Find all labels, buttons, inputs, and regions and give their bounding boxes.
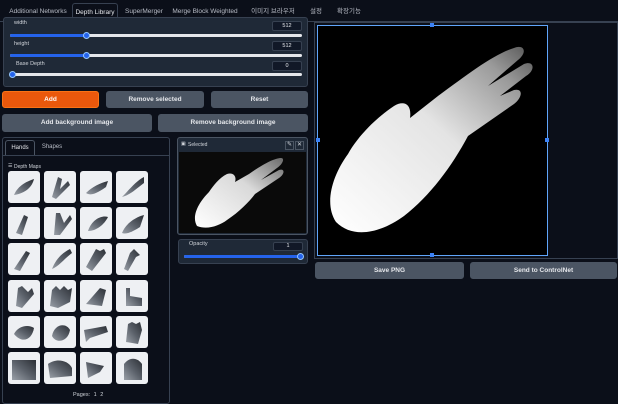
depth-map-thumbnail[interactable] <box>116 171 148 203</box>
reset-button[interactable]: Reset <box>211 91 308 108</box>
height-slider-fill <box>10 54 86 57</box>
opacity-panel: Opacity 1 <box>178 239 308 264</box>
send-to-controlnet-button[interactable]: Send to ControlNet <box>470 262 617 279</box>
edit-icon[interactable]: ✎ <box>285 141 294 150</box>
close-icon[interactable]: ✕ <box>295 141 304 150</box>
image-icon: ▣ <box>181 141 186 147</box>
selected-label: Selected <box>188 142 208 148</box>
height-slider-thumb[interactable] <box>82 52 90 59</box>
page-1-link[interactable]: 1 <box>94 392 97 398</box>
subtab-hands[interactable]: Hands <box>5 140 35 155</box>
depth-map-thumbnail[interactable] <box>44 352 76 384</box>
selected-preview-panel: ▣ Selected ✎ ✕ <box>177 137 308 235</box>
opacity-label: Opacity <box>187 241 210 247</box>
depth-map-thumbnail[interactable] <box>116 280 148 312</box>
resize-handle-bottom[interactable] <box>430 253 434 257</box>
opacity-number-input[interactable]: 1 <box>273 242 303 251</box>
depth-map-thumbnail[interactable] <box>8 243 40 275</box>
resize-handle-right[interactable] <box>545 138 549 142</box>
depth-maps-icon: ☰ <box>8 163 13 169</box>
base-depth-slider[interactable] <box>9 71 302 78</box>
width-slider-thumb[interactable] <box>82 32 90 39</box>
depth-map-thumbnail[interactable] <box>116 243 148 275</box>
page-2-link[interactable]: 2 <box>100 392 103 398</box>
depth-map-thumbnail[interactable] <box>8 352 40 384</box>
base-depth-slider-thumb[interactable] <box>9 71 16 78</box>
depth-map-thumbnail[interactable] <box>44 316 76 348</box>
depth-map-thumbnail[interactable] <box>80 171 112 203</box>
resize-handle-left[interactable] <box>316 138 320 142</box>
depth-maps-label: Depth Maps <box>14 164 41 170</box>
depth-map-thumbnail[interactable] <box>8 207 40 239</box>
pages-label: Pages: <box>73 392 91 398</box>
depth-map-thumbnail[interactable] <box>80 207 112 239</box>
opacity-slider-thumb[interactable] <box>297 253 304 260</box>
subtab-divider <box>3 155 169 156</box>
depth-map-thumbnail[interactable] <box>44 243 76 275</box>
depth-library-panel: Hands Shapes ☰ Depth Maps Pages: 1 2 <box>2 137 170 404</box>
depth-map-grid <box>3 171 169 391</box>
base-depth-label: Base Depth <box>14 61 47 67</box>
slider-panel: width 512 height 512 Base Depth 0 <box>3 17 308 87</box>
depth-canvas[interactable] <box>317 25 548 256</box>
remove-selected-button[interactable]: Remove selected <box>106 91 204 108</box>
depth-map-thumbnail[interactable] <box>80 352 112 384</box>
depth-map-thumbnail[interactable] <box>116 207 148 239</box>
width-number-input[interactable]: 512 <box>272 21 302 31</box>
width-slider-fill <box>10 34 86 37</box>
resize-handle-top[interactable] <box>430 23 434 27</box>
depth-map-thumbnail[interactable] <box>44 280 76 312</box>
tab-settings[interactable]: 설정 <box>306 3 326 22</box>
pagination: Pages: 1 2 <box>73 392 103 398</box>
base-depth-number-input[interactable]: 0 <box>272 61 302 71</box>
depth-map-thumbnail[interactable] <box>80 243 112 275</box>
canvas-hand-image <box>330 46 533 233</box>
depth-map-thumbnail[interactable] <box>8 171 40 203</box>
depth-map-thumbnail[interactable] <box>8 280 40 312</box>
depth-map-thumbnail[interactable] <box>116 316 148 348</box>
depth-map-thumbnail[interactable] <box>44 171 76 203</box>
selected-image <box>179 152 306 233</box>
add-background-button[interactable]: Add background image <box>2 114 152 132</box>
height-label: height <box>12 41 31 47</box>
depth-map-thumbnail[interactable] <box>44 207 76 239</box>
save-png-button[interactable]: Save PNG <box>315 262 464 279</box>
depth-map-thumbnail[interactable] <box>80 280 112 312</box>
opacity-slider-fill <box>184 255 302 258</box>
height-number-input[interactable]: 512 <box>272 41 302 51</box>
depth-map-thumbnail[interactable] <box>8 316 40 348</box>
height-slider[interactable] <box>10 52 302 59</box>
opacity-slider[interactable] <box>184 253 304 260</box>
add-button[interactable]: Add <box>2 91 99 108</box>
tab-extensions[interactable]: 확장기능 <box>332 3 366 22</box>
width-slider[interactable] <box>10 32 302 39</box>
remove-background-button[interactable]: Remove background image <box>158 114 308 132</box>
depth-map-thumbnail[interactable] <box>80 316 112 348</box>
selected-hand-image <box>194 158 284 228</box>
depth-map-thumbnail[interactable] <box>116 352 148 384</box>
subtab-shapes[interactable]: Shapes <box>39 140 65 155</box>
width-label: width <box>12 20 29 26</box>
